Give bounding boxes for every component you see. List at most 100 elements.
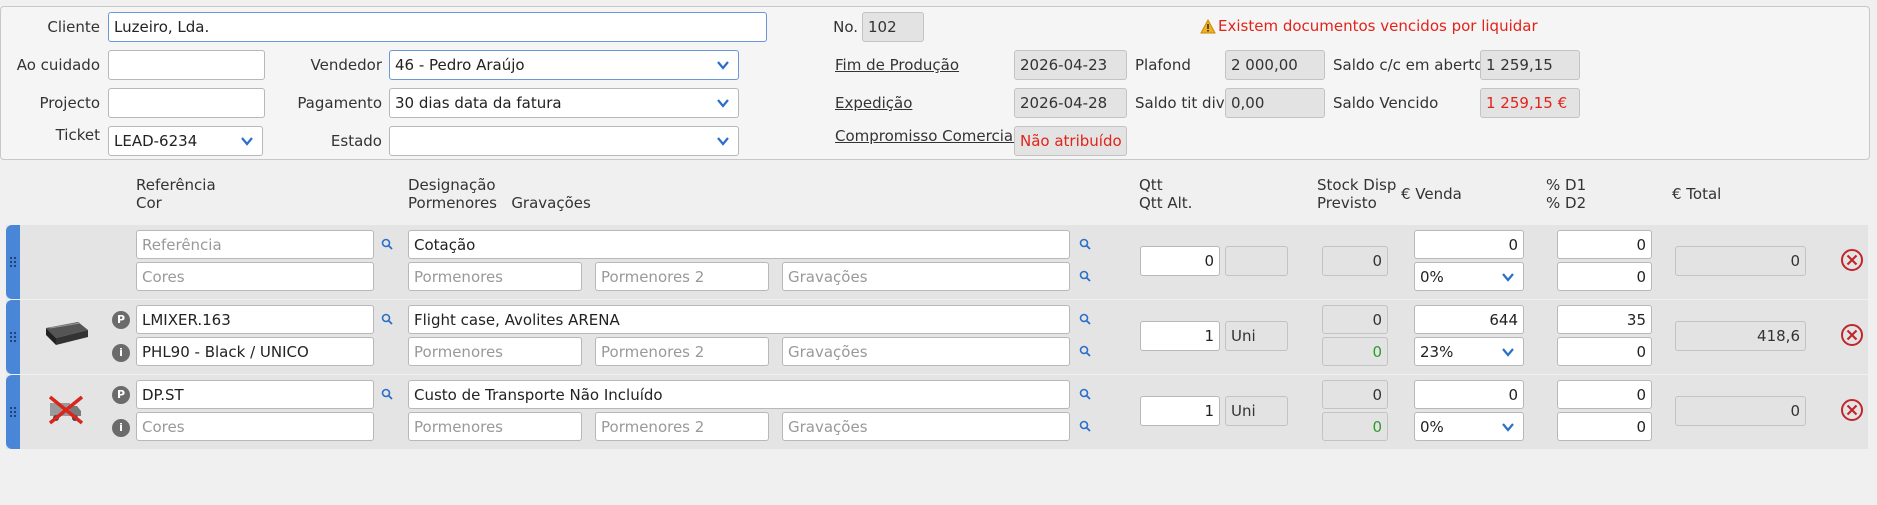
fim-producao-link[interactable]: Fim de Produção — [835, 56, 959, 74]
chevron-down-icon — [1502, 273, 1514, 282]
fim-producao-date: 2026-04-23 — [1014, 50, 1127, 80]
gravacoes-input[interactable]: Gravações — [782, 412, 1070, 441]
cliente-input[interactable]: Luzeiro, Lda. — [108, 12, 767, 42]
referencia-input[interactable]: LMIXER.163 — [136, 305, 374, 334]
ao-cuidado-input[interactable] — [108, 50, 265, 80]
col-header-pormenores-label: Pormenores — [408, 194, 497, 212]
compromisso-comercial-status: Não atribuído — [1014, 126, 1127, 156]
d2-input[interactable]: 0 — [1557, 412, 1652, 441]
d1-input[interactable]: 35 — [1557, 305, 1652, 334]
chevron-down-icon — [1502, 423, 1514, 432]
search-icon[interactable] — [381, 238, 393, 250]
search-icon[interactable] — [381, 313, 393, 325]
search-icon[interactable] — [1079, 388, 1091, 400]
search-icon[interactable] — [1079, 345, 1091, 357]
chevron-down-icon — [717, 61, 729, 70]
iva-select[interactable]: 0% — [1414, 412, 1524, 441]
col-header-previsto-label: Previsto — [1317, 194, 1377, 212]
overdue-warning[interactable]: Existem documentos vencidos por liquidar — [1218, 17, 1538, 35]
compromisso-comercial-link[interactable]: Compromisso Comercial — [835, 127, 1017, 145]
designacao-input[interactable]: Cotação — [408, 230, 1070, 259]
previsto-value: 0 — [1322, 337, 1388, 366]
gravacoes-input[interactable]: Gravações — [782, 337, 1070, 366]
saldo-vencido-value: 1 259,15 € — [1480, 88, 1580, 118]
qtt-input[interactable]: 0 — [1140, 246, 1220, 276]
pagamento-label: Pagamento — [297, 94, 382, 112]
col-header-referencia: Referência Cor — [136, 176, 216, 212]
search-icon[interactable] — [381, 388, 393, 400]
search-icon[interactable] — [1079, 420, 1091, 432]
cores-input[interactable]: Cores — [136, 262, 374, 291]
pormenores-input[interactable]: Pormenores — [408, 262, 582, 291]
pormenores-input[interactable]: Pormenores — [408, 337, 582, 366]
drag-handle[interactable] — [6, 375, 20, 449]
search-icon[interactable] — [1079, 270, 1091, 282]
col-header-venda-label: € Venda — [1401, 185, 1462, 203]
referencia-input[interactable]: Referência — [136, 230, 374, 259]
vendedor-select[interactable]: 46 - Pedro Araújo — [389, 50, 739, 80]
flight-case-icon — [46, 322, 88, 345]
saldo-tit-div-value: 0,00 — [1225, 88, 1325, 118]
gravacoes-input[interactable]: Gravações — [782, 262, 1070, 291]
cliente-label: Cliente — [47, 18, 100, 36]
vendedor-label: Vendedor — [310, 56, 382, 74]
iva-select[interactable]: 23% — [1414, 337, 1524, 366]
venda-input[interactable]: 0 — [1414, 380, 1524, 409]
document-number: 102 — [862, 12, 924, 42]
stock-value: 0 — [1322, 380, 1388, 409]
pormenores2-input[interactable]: Pormenores 2 — [595, 262, 769, 291]
p-badge-button[interactable]: P — [112, 311, 130, 329]
venda-input[interactable]: 644 — [1414, 305, 1524, 334]
total-value: 0 — [1675, 396, 1806, 426]
ticket-label: Ticket — [55, 126, 100, 144]
cor-input[interactable]: PHL90 - Black / UNICO — [136, 337, 374, 366]
expedicao-date: 2026-04-28 — [1014, 88, 1127, 118]
col-header-designacao-label: Designação — [408, 176, 496, 194]
info-icon[interactable]: i — [112, 344, 130, 362]
d1-input[interactable]: 0 — [1557, 380, 1652, 409]
projecto-input[interactable] — [108, 88, 265, 118]
qtt-input[interactable]: 1 — [1140, 396, 1220, 426]
iva-select[interactable]: 0% — [1414, 262, 1524, 291]
col-header-d1-label: % D1 — [1546, 176, 1587, 194]
search-icon[interactable] — [1079, 238, 1091, 250]
col-header-d2-label: % D2 — [1546, 194, 1587, 212]
chevron-down-icon — [241, 137, 253, 146]
saldo-cc-label: Saldo c/c em aberto — [1333, 56, 1484, 74]
pormenores2-input[interactable]: Pormenores 2 — [595, 412, 769, 441]
col-header-qtt: Qtt Qtt Alt. — [1139, 176, 1192, 212]
pormenores-input[interactable]: Pormenores — [408, 412, 582, 441]
delete-line-icon[interactable] — [1840, 398, 1864, 422]
no-transport-icon — [48, 395, 84, 425]
delete-line-icon[interactable] — [1840, 323, 1864, 347]
iva-select-value: 23% — [1420, 343, 1454, 361]
delete-line-icon[interactable] — [1840, 248, 1864, 272]
referencia-input[interactable]: DP.ST — [136, 380, 374, 409]
saldo-tit-div-label: Saldo tit div — [1135, 94, 1225, 112]
designacao-input[interactable]: Custo de Transporte Não Incluído — [408, 380, 1070, 409]
d1-input[interactable]: 0 — [1557, 230, 1652, 259]
estado-select[interactable] — [389, 126, 739, 156]
ao-cuidado-label: Ao cuidado — [16, 56, 100, 74]
cores-input[interactable]: Cores — [136, 412, 374, 441]
projecto-label: Projecto — [39, 94, 101, 112]
expedicao-link[interactable]: Expedição — [835, 94, 912, 112]
search-icon[interactable] — [1079, 313, 1091, 325]
pagamento-select-value: 30 dias data da fatura — [395, 94, 562, 112]
ticket-select[interactable]: LEAD-6234 — [108, 126, 263, 156]
pagamento-select[interactable]: 30 dias data da fatura — [389, 88, 739, 118]
stock-value: 0 — [1322, 305, 1388, 334]
pormenores2-input[interactable]: Pormenores 2 — [595, 337, 769, 366]
d2-input[interactable]: 0 — [1557, 337, 1652, 366]
info-icon[interactable]: i — [112, 419, 130, 437]
qtt-input[interactable]: 1 — [1140, 321, 1220, 351]
col-header-stock: Stock Disp Previsto — [1317, 176, 1396, 212]
drag-handle[interactable] — [6, 300, 20, 374]
venda-input[interactable]: 0 — [1414, 230, 1524, 259]
qtt-alt-value — [1225, 246, 1288, 276]
designacao-input[interactable]: Flight case, Avolites ARENA — [408, 305, 1070, 334]
saldo-vencido-label: Saldo Vencido — [1333, 94, 1439, 112]
d2-input[interactable]: 0 — [1557, 262, 1652, 291]
drag-handle[interactable] — [6, 225, 20, 299]
p-badge-button[interactable]: P — [112, 386, 130, 404]
